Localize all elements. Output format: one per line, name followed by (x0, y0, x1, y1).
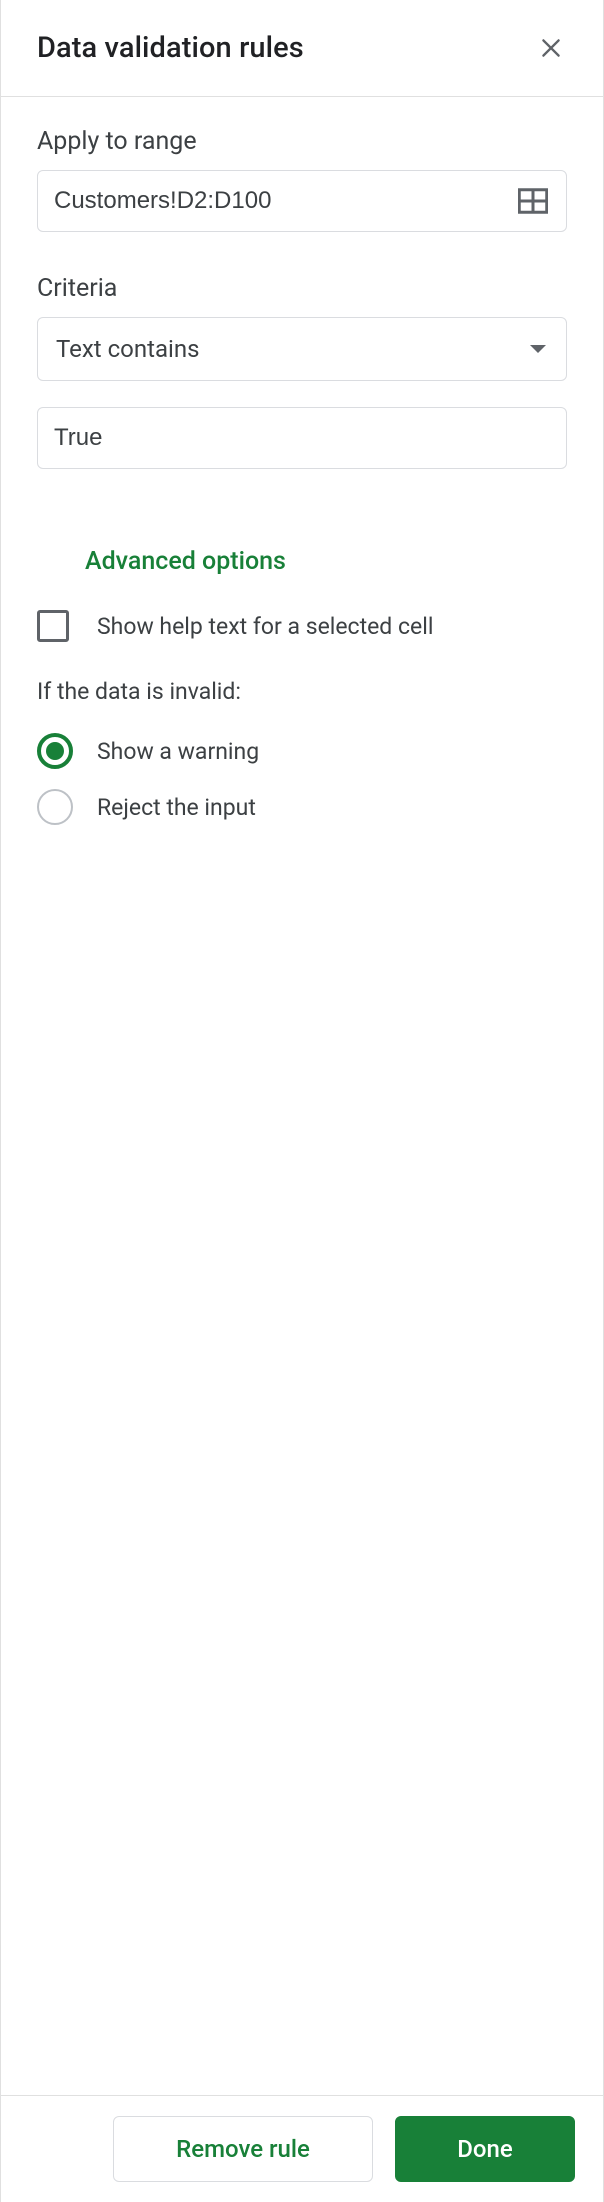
radio-dot-icon (46, 742, 64, 760)
done-button[interactable]: Done (395, 2116, 575, 2182)
invalid-option-warning-label: Show a warning (97, 738, 259, 765)
apply-to-range-field[interactable] (37, 170, 567, 232)
show-help-text-label: Show help text for a selected cell (97, 613, 433, 640)
panel-content: Apply to range Criteria Text contains Ad… (1, 97, 603, 2095)
invalid-option-reject-radio[interactable] (37, 789, 73, 825)
panel-title: Data validation rules (37, 31, 304, 65)
panel-footer: Remove rule Done (1, 2095, 603, 2202)
invalid-option-reject[interactable]: Reject the input (37, 783, 567, 831)
criteria-section: Criteria Text contains (37, 274, 567, 381)
criteria-value-field[interactable] (37, 407, 567, 469)
select-range-icon[interactable] (516, 187, 550, 215)
close-icon[interactable] (527, 24, 575, 72)
invalid-option-warning-radio[interactable] (37, 733, 73, 769)
invalid-option-warning[interactable]: Show a warning (37, 727, 567, 775)
invalid-option-reject-label: Reject the input (97, 794, 256, 821)
chevron-down-icon (530, 345, 546, 353)
apply-to-range-label: Apply to range (37, 127, 567, 156)
panel-header: Data validation rules (1, 0, 603, 97)
apply-to-range-input[interactable] (54, 187, 550, 215)
criteria-value-section (37, 407, 567, 469)
criteria-select[interactable]: Text contains (37, 317, 567, 381)
show-help-text-option[interactable]: Show help text for a selected cell (37, 604, 567, 648)
criteria-label: Criteria (37, 274, 567, 303)
criteria-selected-text: Text contains (56, 335, 199, 363)
advanced-options-toggle[interactable]: Advanced options (37, 511, 567, 604)
apply-to-range-section: Apply to range (37, 127, 567, 232)
criteria-value-input[interactable] (54, 424, 550, 452)
invalid-data-label: If the data is invalid: (37, 678, 567, 705)
show-help-text-checkbox[interactable] (37, 610, 69, 642)
remove-rule-button[interactable]: Remove rule (113, 2116, 373, 2182)
